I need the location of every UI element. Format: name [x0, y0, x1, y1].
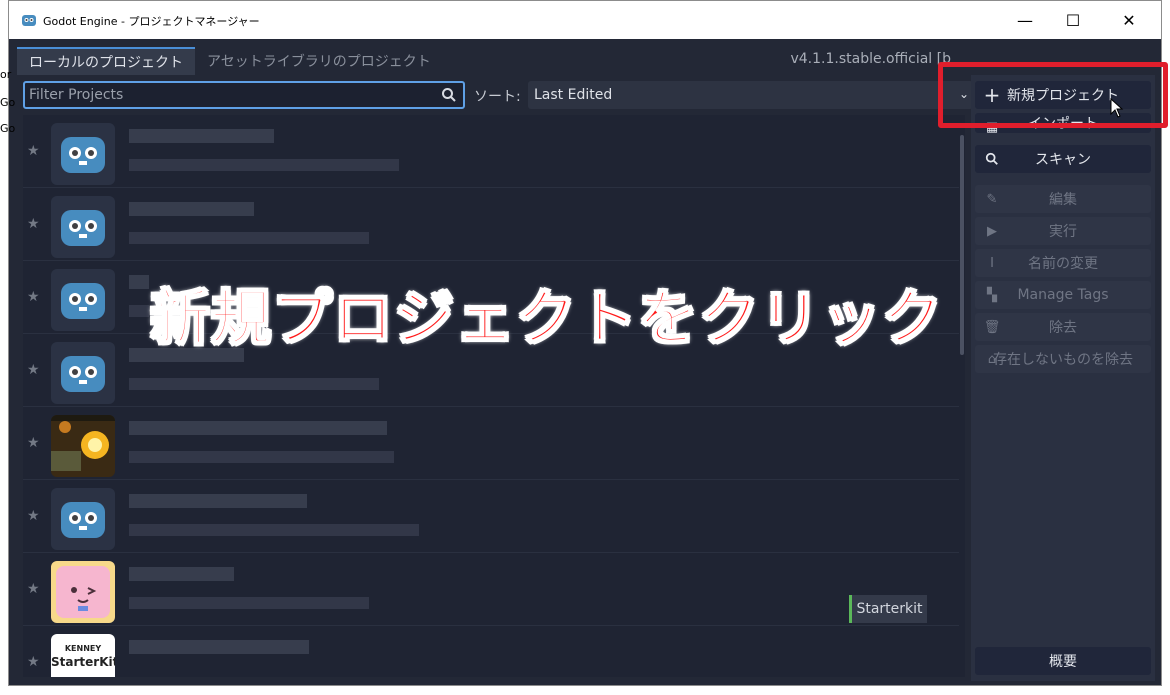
mouse-cursor-icon — [1110, 98, 1124, 118]
favorite-star-icon[interactable]: ★ — [27, 581, 40, 597]
instruction-overlay-text: 新規プロジェクトをクリック — [149, 283, 943, 355]
kenney-logo-text: KENNEY — [64, 644, 102, 653]
project-list: ★ ★ ★ ★ ★ ★ ★ ★ KENNEY StarterKit — [23, 115, 959, 677]
godot-logo-icon — [22, 15, 36, 26]
manage-tags-label: Manage Tags — [1017, 287, 1109, 303]
pink-character-thumbnail — [51, 561, 115, 623]
play-icon: ▶ — [987, 223, 997, 239]
starterkit-thumbnail: KENNEY StarterKit — [51, 634, 115, 677]
close-button[interactable]: ✕ — [1101, 1, 1157, 39]
godot-project-icon — [51, 123, 115, 185]
manage-tags-button[interactable]: ▚ Manage Tags — [975, 281, 1151, 309]
project-name-redacted — [129, 567, 234, 581]
highlight-box — [938, 62, 1168, 128]
starterkit-logo-text: StarterKit — [51, 655, 115, 669]
remove-missing-label: 存在しないものを除去 — [993, 352, 1133, 368]
tag-icon: ▚ — [987, 287, 997, 303]
filter-projects-input[interactable]: Filter Projects — [23, 81, 465, 109]
favorite-star-icon[interactable]: ★ — [27, 435, 40, 451]
project-row[interactable]: ★ — [23, 188, 959, 261]
background-window-text: Go — [0, 122, 16, 135]
broom-icon: ⌂ — [987, 351, 997, 367]
project-row[interactable]: ★ — [23, 115, 959, 188]
sort-value: Last Edited — [534, 87, 613, 103]
project-manager-body: ローカルのプロジェクト アセットライブラリのプロジェクト v4.1.1.stab… — [9, 39, 1161, 685]
project-name-redacted — [129, 640, 309, 654]
godot-project-icon — [51, 196, 115, 258]
project-name-redacted — [129, 421, 387, 435]
godot-project-icon — [51, 269, 115, 331]
run-label: 実行 — [1049, 224, 1077, 240]
project-name-redacted — [129, 494, 307, 508]
game-screenshot-thumbnail — [51, 415, 115, 477]
favorite-star-icon[interactable]: ★ — [27, 289, 40, 305]
trash-icon: 🗑 — [983, 319, 1001, 335]
version-label: v4.1.1.stable.official [b — [790, 51, 951, 67]
search-icon — [983, 150, 1001, 168]
project-path-redacted — [129, 451, 394, 463]
favorite-star-icon[interactable]: ★ — [27, 143, 40, 159]
favorite-star-icon[interactable]: ★ — [27, 216, 40, 232]
edit-button[interactable]: ✎ 編集 — [975, 185, 1151, 213]
project-actions-panel: + 新規プロジェクト ▦ インポート スキャン ✎ 編集 ▶ 実行 I 名前の変… — [971, 75, 1155, 681]
run-button[interactable]: ▶ 実行 — [975, 217, 1151, 245]
scan-label: スキャン — [1035, 152, 1091, 168]
edit-label: 編集 — [1049, 192, 1077, 208]
project-path-redacted — [129, 305, 149, 317]
rename-label: 名前の変更 — [1028, 256, 1098, 272]
project-path-redacted — [129, 232, 369, 244]
godot-project-icon — [51, 488, 115, 550]
tab-bar: ローカルのプロジェクト アセットライブラリのプロジェクト — [17, 47, 443, 75]
background-window-text: or — [0, 68, 12, 81]
about-label: 概要 — [1049, 654, 1077, 670]
favorite-star-icon[interactable]: ★ — [27, 362, 40, 378]
favorite-star-icon[interactable]: ★ — [27, 508, 40, 524]
maximize-button[interactable]: ☐ — [1045, 1, 1101, 39]
pencil-icon: ✎ — [986, 191, 998, 207]
project-row[interactable]: ★ — [23, 480, 959, 553]
project-name-redacted — [129, 202, 254, 216]
project-path-redacted — [129, 159, 399, 171]
scan-button[interactable]: スキャン — [975, 145, 1151, 173]
text-cursor-icon: I — [990, 255, 994, 271]
project-name-redacted — [129, 275, 149, 289]
sort-dropdown[interactable]: Last Edited ⌄ — [528, 81, 973, 109]
tab-asset-library-projects[interactable]: アセットライブラリのプロジェクト — [195, 47, 443, 75]
project-row[interactable]: ★ — [23, 553, 959, 626]
project-path-redacted — [129, 378, 379, 390]
filter-placeholder: Filter Projects — [29, 87, 124, 103]
window-title: Godot Engine - プロジェクトマネージャー — [43, 15, 260, 28]
project-name-redacted — [129, 129, 274, 143]
background-window-text: Go — [0, 96, 16, 109]
remove-missing-button[interactable]: ⌂ 存在しないものを除去 — [975, 345, 1151, 373]
starterkit-tag[interactable]: Starterkit — [849, 595, 927, 623]
rename-button[interactable]: I 名前の変更 — [975, 249, 1151, 277]
project-path-redacted — [129, 597, 369, 609]
project-row[interactable]: ★ — [23, 407, 959, 480]
search-icon — [442, 88, 456, 102]
godot-project-icon — [51, 342, 115, 404]
project-row[interactable]: ★ KENNEY StarterKit — [23, 626, 959, 677]
favorite-star-icon[interactable]: ★ — [27, 654, 40, 670]
scrollbar-thumb[interactable] — [960, 135, 964, 355]
title-bar: Godot Engine - プロジェクトマネージャー — ☐ ✕ — [9, 1, 1161, 39]
sort-label: ソート: — [474, 89, 521, 105]
about-button[interactable]: 概要 — [975, 647, 1151, 675]
project-path-redacted — [129, 524, 419, 536]
tab-local-projects[interactable]: ローカルのプロジェクト — [17, 47, 195, 75]
remove-label: 除去 — [1049, 320, 1077, 336]
remove-button[interactable]: 🗑 除去 — [975, 313, 1151, 341]
